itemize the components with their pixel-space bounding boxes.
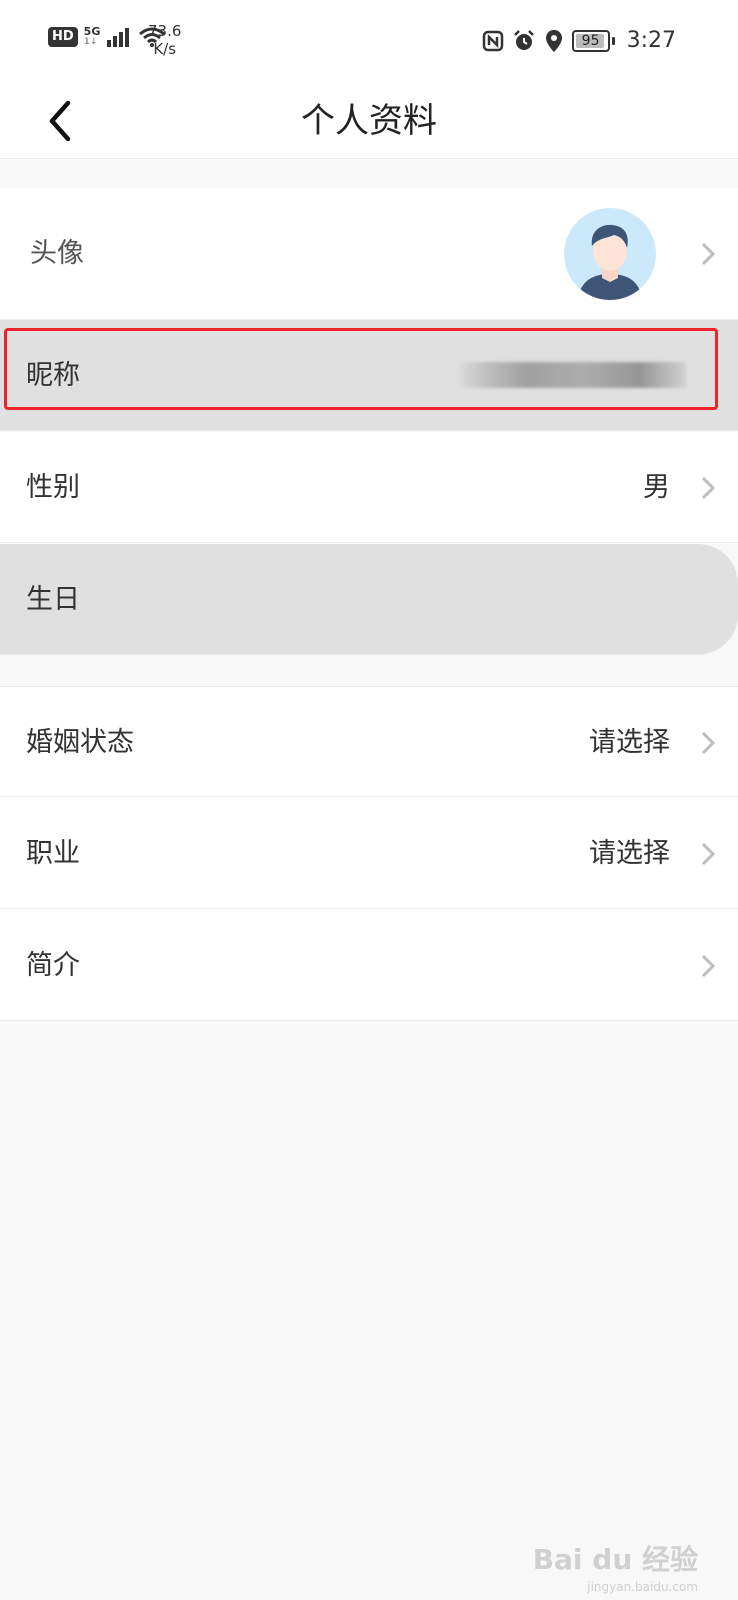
chevron-right-icon [700,188,716,320]
row-marital-label: 婚姻状态 [26,727,134,758]
battery-indicator: 95 [571,29,615,52]
chevron-right-icon [700,798,716,909]
row-job-value: 请选择 [589,838,670,869]
location-icon [545,29,562,52]
chevron-right-icon [700,910,716,1021]
row-marital[interactable]: 婚姻状态 请选择 [0,686,738,797]
row-gender-label: 性别 [26,472,80,503]
chevron-right-icon [700,687,716,798]
row-job-label: 职业 [26,838,80,869]
watermark-url: jingyan.baidu.com [587,1580,698,1594]
avatar[interactable] [564,208,656,300]
row-bio[interactable]: 简介 [0,910,738,1021]
user-avatar-icon [578,224,642,300]
row-birthday[interactable]: 生日 [0,544,738,655]
alarm-icon [513,29,534,50]
watermark-logo: Bai du 经验 [532,1543,698,1576]
signal-icon [107,28,130,47]
page-title: 个人资料 [301,101,437,141]
row-birthday-label: 生日 [26,584,80,615]
status-bar: HD 5G 1↓ 73.6 K/s 95 3:27 [0,0,738,84]
nickname-value-redacted [458,362,686,388]
row-avatar[interactable]: 头像 [0,188,738,320]
row-nickname-label: 昵称 [26,360,80,391]
chevron-right-icon [700,432,716,543]
row-marital-value: 请选择 [589,727,670,758]
battery-level: 95 [581,32,600,49]
nfc-icon [482,30,503,51]
row-avatar-label: 头像 [30,238,84,269]
clock: 3:27 [626,28,676,53]
row-job[interactable]: 职业 请选择 [0,798,738,909]
status-right: 95 3:27 [482,28,676,53]
row-bio-label: 简介 [26,950,80,981]
network-type: 5G 1↓ [83,25,101,47]
row-gender[interactable]: 性别 男 [0,432,738,543]
row-gender-value: 男 [643,472,670,503]
nav-header: 个人资料 [0,84,738,159]
network-speed: 73.6 K/s [148,22,182,58]
hd-badge: HD [48,27,78,47]
